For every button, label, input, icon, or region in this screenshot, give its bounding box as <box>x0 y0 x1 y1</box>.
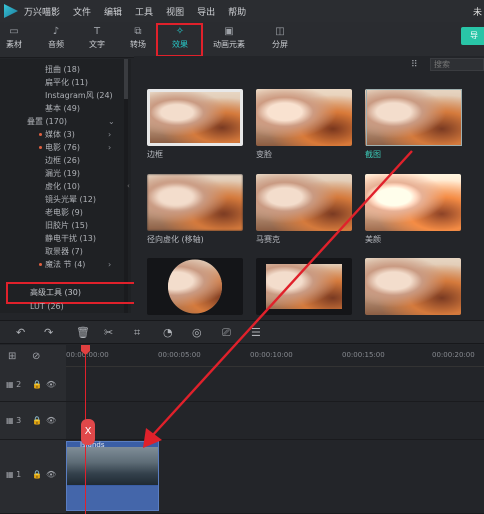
annotation-arrow <box>143 150 413 448</box>
arrow-head <box>143 428 162 448</box>
arrow-shaft <box>151 150 413 437</box>
